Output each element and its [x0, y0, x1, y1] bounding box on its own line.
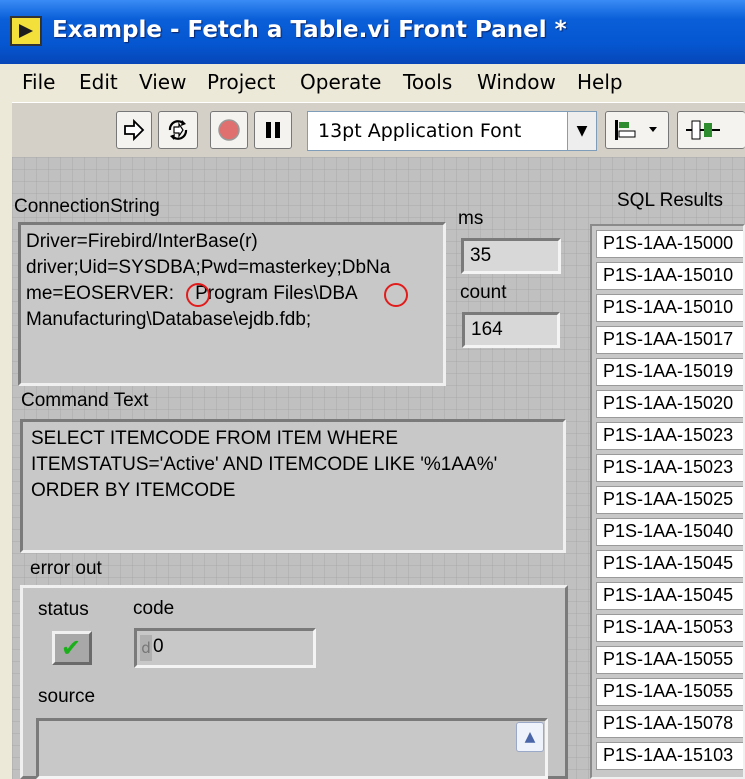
- count-label: count: [460, 282, 507, 303]
- result-row[interactable]: P1S-1AA-15040: [596, 518, 743, 546]
- count-indicator: 164: [462, 312, 560, 348]
- result-row[interactable]: P1S-1AA-15020: [596, 390, 743, 418]
- title-bar[interactable]: Example - Fetch a Table.vi Front Panel *: [0, 0, 745, 64]
- code-indicator: d 0: [134, 628, 316, 668]
- toolbar: 13pt Application Font ▼: [12, 102, 745, 157]
- menu-edit[interactable]: Edit: [79, 70, 118, 94]
- status-indicator: ✔: [52, 631, 92, 665]
- abort-button[interactable]: [210, 111, 248, 149]
- result-row[interactable]: P1S-1AA-15045: [596, 550, 743, 578]
- command-text-label: Command Text: [21, 390, 149, 411]
- distribute-objects-button[interactable]: [677, 111, 745, 149]
- menu-bar: File Edit View Project Operate Tools Win…: [12, 66, 745, 100]
- result-row[interactable]: P1S-1AA-15023: [596, 422, 743, 450]
- source-label: source: [38, 686, 96, 707]
- result-row[interactable]: P1S-1AA-15045: [596, 582, 743, 610]
- window-title: Example - Fetch a Table.vi Front Panel *: [52, 17, 567, 43]
- command-text-value: SELECT ITEMCODE FROM ITEM WHERE ITEMSTAT…: [31, 428, 498, 501]
- menu-window[interactable]: Window: [477, 70, 556, 94]
- sql-results-label: SQL Results: [617, 190, 723, 211]
- radix-indicator: d: [140, 635, 152, 661]
- font-select[interactable]: 13pt Application Font ▼: [307, 111, 597, 151]
- ms-label: ms: [458, 208, 484, 229]
- ms-indicator: 35: [461, 238, 561, 274]
- highlight-circle-right: [384, 283, 408, 307]
- menu-view[interactable]: View: [139, 70, 186, 94]
- menu-project[interactable]: Project: [207, 70, 275, 94]
- connection-string-label: ConnectionString: [14, 196, 160, 217]
- align-objects-icon: [615, 120, 657, 140]
- menu-tools[interactable]: Tools: [403, 70, 452, 94]
- code-value: 0: [153, 636, 164, 657]
- abort-stop-icon: [218, 119, 240, 141]
- menu-help[interactable]: Help: [577, 70, 623, 94]
- run-continuously-button[interactable]: [158, 111, 198, 149]
- labview-vi-icon: [10, 16, 42, 46]
- menu-file[interactable]: File: [22, 70, 55, 94]
- result-row[interactable]: P1S-1AA-15017: [596, 326, 743, 354]
- result-row[interactable]: P1S-1AA-15023: [596, 454, 743, 482]
- result-row[interactable]: P1S-1AA-15025: [596, 486, 743, 514]
- run-button[interactable]: [116, 111, 152, 149]
- result-row[interactable]: P1S-1AA-15053: [596, 614, 743, 642]
- result-row[interactable]: P1S-1AA-15055: [596, 678, 743, 706]
- scroll-up-icon[interactable]: ▲: [516, 722, 544, 752]
- code-label: code: [133, 598, 175, 619]
- run-continuously-icon: [168, 120, 188, 140]
- align-objects-button[interactable]: [605, 111, 669, 149]
- result-row[interactable]: P1S-1AA-15000: [596, 230, 743, 258]
- sql-results-array[interactable]: P1S-1AA-15000 P1S-1AA-15010 P1S-1AA-1501…: [590, 224, 745, 779]
- pause-button[interactable]: [254, 111, 292, 149]
- result-row[interactable]: P1S-1AA-15103: [596, 742, 743, 770]
- chevron-down-icon[interactable]: ▼: [567, 112, 596, 150]
- status-label: status: [38, 599, 89, 620]
- error-out-label: error out: [30, 558, 102, 579]
- highlight-circle-left: [186, 283, 210, 307]
- result-row[interactable]: P1S-1AA-15010: [596, 262, 743, 290]
- menu-operate[interactable]: Operate: [300, 70, 381, 94]
- run-arrow-icon: [124, 118, 145, 142]
- pause-icon: [266, 122, 280, 138]
- result-row[interactable]: P1S-1AA-15078: [596, 710, 743, 738]
- distribute-objects-icon: [685, 120, 720, 140]
- font-select-value: 13pt Application Font: [318, 120, 522, 142]
- source-indicator: [36, 718, 548, 779]
- result-row[interactable]: P1S-1AA-15010: [596, 294, 743, 322]
- checkmark-icon: ✔: [61, 634, 82, 662]
- result-row[interactable]: P1S-1AA-15019: [596, 358, 743, 386]
- connection-string-value: Driver=Firebird/InterBase(r) driver;Uid=…: [26, 231, 391, 330]
- result-row[interactable]: P1S-1AA-15055: [596, 646, 743, 674]
